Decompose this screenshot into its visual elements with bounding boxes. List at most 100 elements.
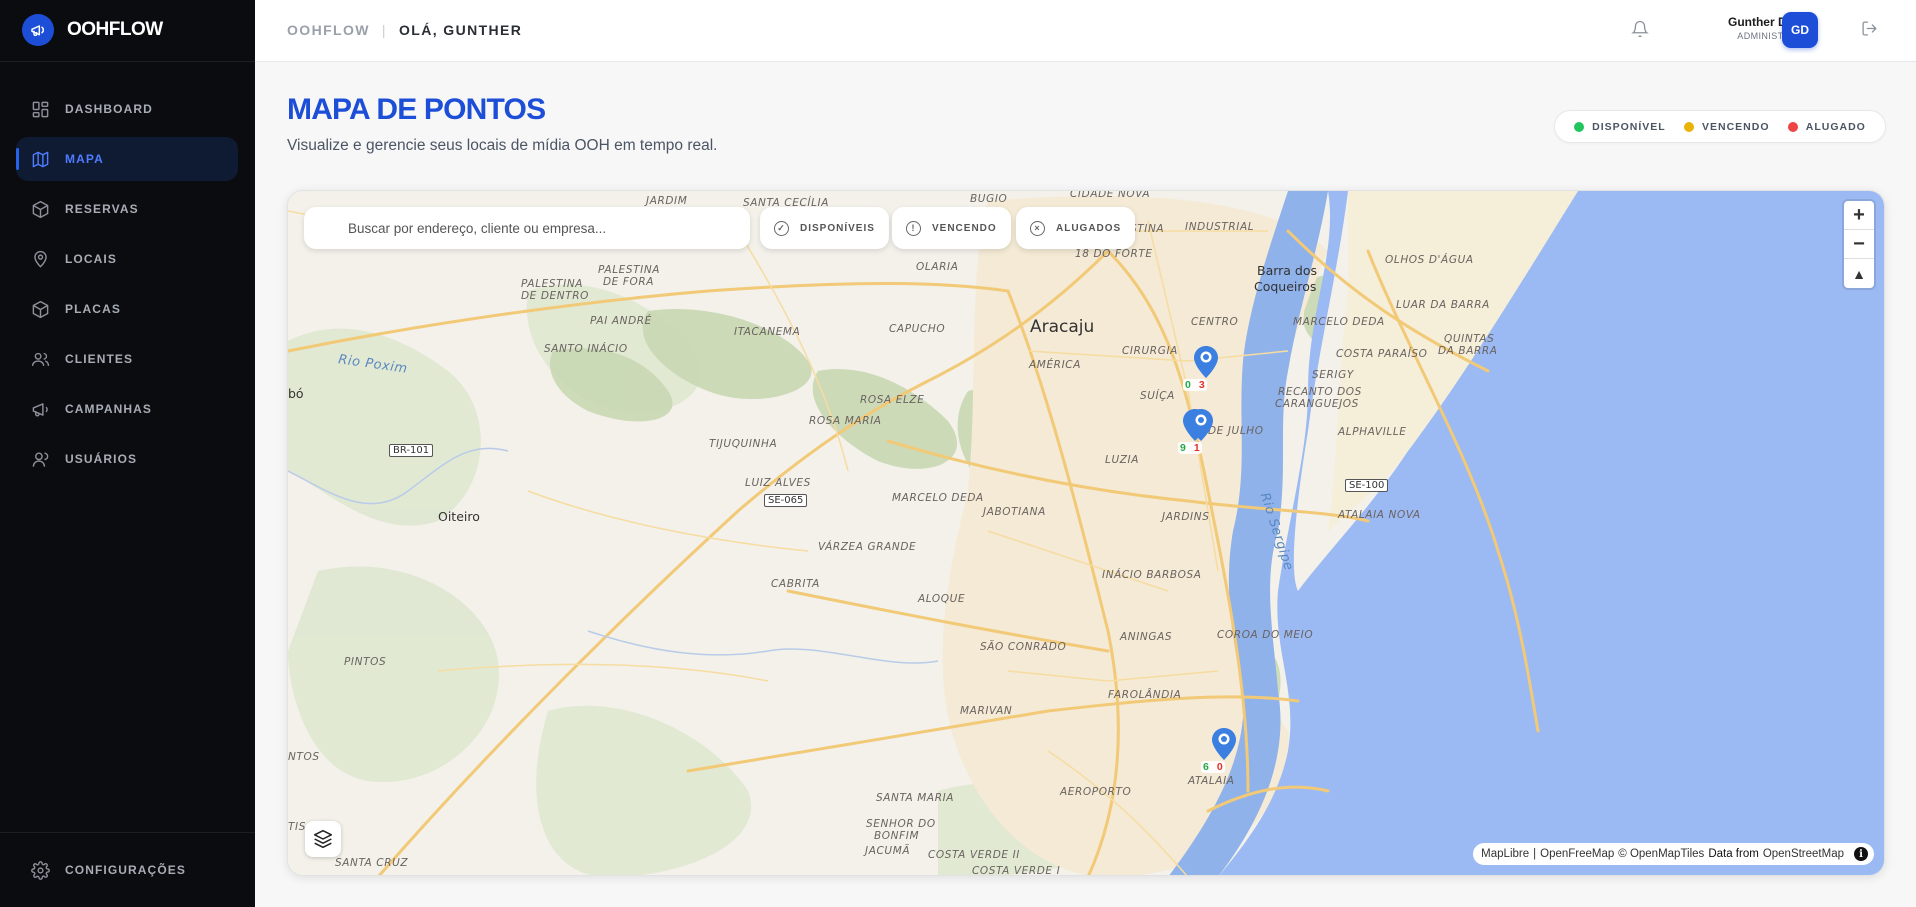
location-pin-icon [30,249,50,269]
marker-counts: 0 3 [1183,379,1207,391]
map-label: COSTA PARAÍSO [1336,348,1428,360]
available-count: 0 [1185,379,1191,391]
map-label: LUZIA [1105,454,1140,466]
attribution-text: Data from [1708,848,1759,860]
sidebar-item-dashboard[interactable]: DASHBOARD [16,87,238,131]
map-label: SERIGY [1312,369,1354,381]
compass-button[interactable]: ▲ [1844,259,1874,288]
map-label: BUGIO [970,193,1008,205]
filter-label: DISPONÍVEIS [800,222,875,234]
sidebar-item-clientes[interactable]: CLIENTES [16,337,238,381]
zoom-out-button[interactable]: − [1844,230,1874,259]
road-shield: SE-100 [1345,479,1389,492]
map-label: JABOTIANA [983,506,1046,518]
map-label: BONFIM [874,830,920,842]
rented-count: 0 [1216,761,1223,773]
map-label: CABRITA [771,578,820,590]
sidebar-item-configuracoes[interactable]: CONFIGURAÇÕES [30,860,186,880]
map-label: RECANTO DOS [1278,386,1362,398]
filter-alugados-button[interactable]: × ALUGADOS [1016,207,1136,249]
sidebar-item-label: PLACAS [65,302,121,316]
zoom-in-button[interactable]: + [1844,201,1874,230]
avatar[interactable]: GD [1782,12,1818,48]
sidebar-item-reservas[interactable]: RESERVAS [16,187,238,231]
legend-label: DISPONÍVEL [1592,120,1666,133]
sidebar-item-locais[interactable]: LOCAIS [16,237,238,281]
zoom-controls: + − ▲ [1844,201,1874,288]
map-label: ALOQUE [918,593,966,605]
divider [0,832,255,833]
map-label-city: Aracaju [1030,317,1095,337]
map-label: MARCELO DEDA [892,492,984,504]
layers-icon [313,829,333,849]
attribution-text[interactable]: © OpenMapTiles [1618,848,1704,860]
sidebar-item-mapa[interactable]: MAPA [16,137,238,181]
sidebar-item-campanhas[interactable]: CAMPANHAS [16,387,238,431]
sidebar-item-label: CAMPANHAS [65,402,153,416]
sidebar: OOHFLOW DASHBOARD MAPA RESERVAS LOCAIS P… [0,0,255,907]
map-label: OLARIA [916,261,959,273]
search-input[interactable]: Buscar por endereço, cliente ou empresa.… [304,207,750,249]
user-icon [30,449,50,469]
users-icon [30,349,50,369]
divider [0,61,255,62]
filter-disponiveis-button[interactable]: ✓ DISPONÍVEIS [760,207,889,249]
bell-icon[interactable] [1631,20,1651,40]
map-marker[interactable]: 6 0 [1194,728,1254,778]
map-label: LUAR DA BARRA [1396,299,1490,311]
available-count: 9 [1180,442,1186,454]
map-label: STINA [1130,223,1165,235]
map-label: PALESTINA [598,264,661,276]
breadcrumb-separator: | [381,22,387,38]
map-label: DE DENTRO [521,290,590,302]
map-label: TIS [288,821,306,833]
sidebar-item-label: RESERVAS [65,202,139,216]
attribution-link[interactable]: OpenStreetMap [1763,848,1844,860]
map-label: SUÍÇA [1140,390,1175,402]
map-marker[interactable]: 9 1 [1171,409,1231,459]
sidebar-item-placas[interactable]: PLACAS [16,287,238,331]
map-label: DE FORA [603,276,655,288]
marker-counts: 6 0 [1201,761,1225,773]
top-header: OOHFLOW | OLÁ, GUNTHER Gunther Dantas AD… [255,0,1916,62]
map-label: ITACANEMA [734,326,801,338]
brand[interactable]: OOHFLOW [22,14,163,46]
layers-button[interactable] [305,821,341,857]
map-label: Coqueiros [1254,279,1317,294]
filter-vencendo-button[interactable]: ! VENCENDO [892,207,1011,249]
alert-circle-icon: ! [906,220,921,236]
map-label: ROSA ELZE [860,394,925,406]
map-label: JARDIM [646,195,688,207]
sidebar-item-usuarios[interactable]: USUÁRIOS [16,437,238,481]
map-label: INÁCIO BARBOSA [1102,569,1202,581]
megaphone-icon [30,399,50,419]
map-canvas[interactable]: JARDIM SANTA CECÍLIA BUGIO CIDADE NOVA I… [287,190,1885,876]
info-icon[interactable]: i [1854,847,1868,861]
page-subtitle: Visualize e gerencie seus locais de mídi… [287,137,718,154]
map-label: SANTO INÁCIO [544,343,628,355]
map-label: AEROPORTO [1060,786,1132,798]
map-label: COSTA VERDE II [928,849,1020,861]
box-icon [30,199,50,219]
attribution-link[interactable]: OpenFreeMap [1540,848,1614,860]
megaphone-logo-icon [22,14,54,46]
map-marker[interactable]: 0 3 [1176,346,1236,396]
map-label: CIRURGIA [1122,345,1178,357]
map-label: JACUMÃ [865,845,911,857]
breadcrumb-app[interactable]: OOHFLOW [287,22,370,38]
sidebar-item-label: LOCAIS [65,252,117,266]
map-label: CENTRO [1191,316,1239,328]
legend-item-vencendo: VENCENDO [1683,121,1770,133]
gear-icon [30,860,50,880]
check-circle-icon: ✓ [774,220,789,236]
green-dot-icon [1574,121,1585,132]
logout-icon[interactable] [1861,20,1881,40]
map-label: DA BARRA [1438,345,1498,357]
x-circle-icon: × [1030,220,1045,236]
map-icon [30,149,50,169]
map-label-town: Coqueiros [1254,279,1316,294]
attribution-link[interactable]: MapLibre [1481,848,1529,860]
attribution-separator: | [1533,848,1537,860]
location-pin-icon [1189,409,1213,441]
filter-label: ALUGADOS [1056,222,1122,234]
